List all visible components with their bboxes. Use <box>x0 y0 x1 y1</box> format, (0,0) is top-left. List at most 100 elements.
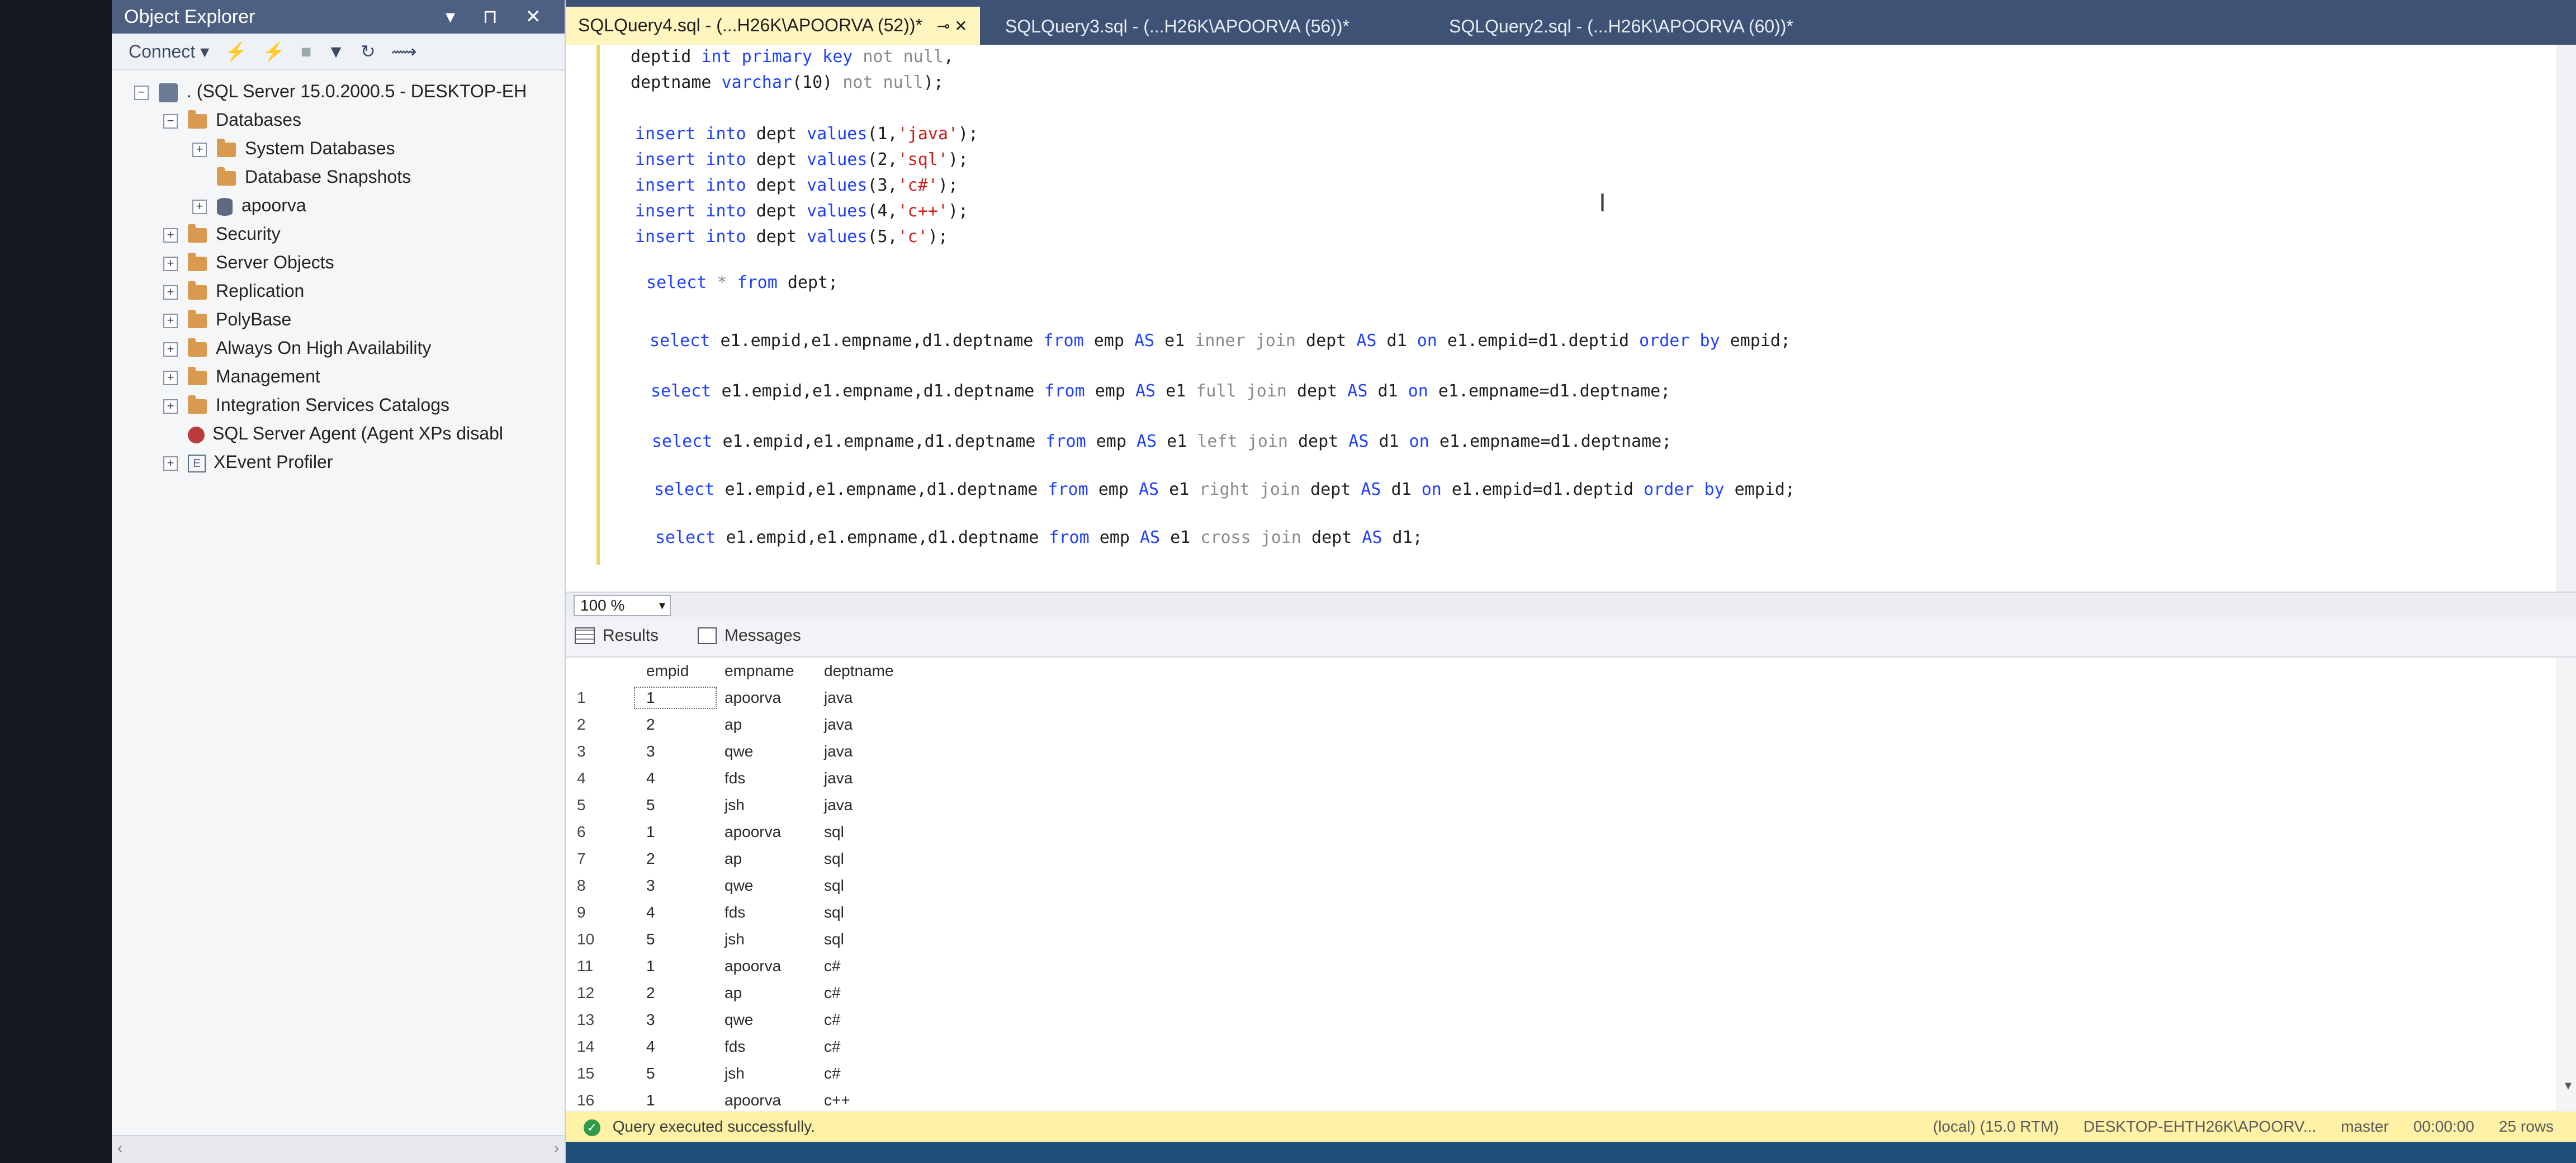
expand-icon[interactable]: + <box>163 342 178 357</box>
scroll-down-icon[interactable]: ▾ <box>2565 1077 2572 1094</box>
cell-deptname[interactable]: c# <box>818 1033 913 1060</box>
tree-node[interactable]: SQL Server Agent (Agent XPs disabl <box>112 419 565 448</box>
table-row[interactable]: 4 4 fds java <box>566 765 913 792</box>
row-number[interactable]: 12 <box>566 980 632 1006</box>
activity-icon[interactable]: ⟿ <box>391 41 417 62</box>
cell-deptname[interactable]: c# <box>818 980 913 1006</box>
code-line[interactable]: select * from dept; <box>646 273 838 292</box>
zoom-select[interactable]: 100 % ▾ <box>574 595 671 616</box>
code-line[interactable]: insert into dept values(4,'c++'); <box>635 201 968 221</box>
tab-pin-close-icon[interactable]: ⊸ ✕ <box>937 17 968 35</box>
cell-empname[interactable]: ap <box>719 980 818 1006</box>
object-explorer-horizontal-scrollbar[interactable]: ‹ › <box>112 1135 565 1163</box>
code-line[interactable]: select e1.empid,e1.empname,d1.deptname f… <box>650 331 1791 351</box>
row-number[interactable]: 15 <box>566 1060 632 1087</box>
cell-deptname[interactable]: c# <box>818 1060 913 1087</box>
table-row[interactable]: 14 4 fds c# <box>566 1033 913 1060</box>
editor-vertical-scrollbar[interactable] <box>2556 45 2576 593</box>
stop-icon[interactable]: ■ <box>301 41 311 62</box>
expand-icon[interactable]: + <box>163 370 178 385</box>
expand-icon[interactable]: + <box>192 199 207 214</box>
cell-deptname[interactable]: java <box>818 711 913 738</box>
row-number[interactable]: 7 <box>566 845 632 872</box>
expand-icon[interactable]: + <box>163 456 178 471</box>
cell-empid[interactable]: 2 <box>632 845 719 872</box>
tab-query-2[interactable]: SQLQuery3.sql - (...H26K\APOORVA (56))* <box>1005 8 1349 45</box>
row-number[interactable]: 14 <box>566 1033 632 1060</box>
tree-node[interactable]: Database Snapshots <box>112 163 565 191</box>
column-header-empname[interactable]: empname <box>719 658 818 684</box>
table-row[interactable]: 6 1 apoorva sql <box>566 819 913 845</box>
scroll-right-icon[interactable]: › <box>554 1140 559 1157</box>
tree-node[interactable]: + Always On High Availability <box>112 334 565 362</box>
filter-icon[interactable]: ▼ <box>327 41 345 62</box>
table-row[interactable]: 7 2 ap sql <box>566 845 913 872</box>
results-vertical-scrollbar[interactable]: ▾ <box>2556 658 2576 1110</box>
row-number[interactable]: 16 <box>566 1087 632 1110</box>
cell-empname[interactable]: fds <box>719 899 818 926</box>
code-line[interactable]: insert into dept values(3,'c#'); <box>635 176 958 195</box>
code-line[interactable]: select e1.empid,e1.empname,d1.deptname f… <box>654 480 1795 499</box>
row-number[interactable]: 9 <box>566 899 632 926</box>
cell-empname[interactable]: jsh <box>719 926 818 953</box>
tree-node[interactable]: + Replication <box>112 277 565 305</box>
expand-icon[interactable]: + <box>163 313 178 328</box>
row-number[interactable]: 6 <box>566 819 632 845</box>
code-line[interactable]: deptid int primary key not null, <box>631 47 954 67</box>
row-number[interactable]: 1 <box>566 684 632 711</box>
tree-node[interactable]: + System Databases <box>112 134 565 163</box>
cell-deptname[interactable]: sql <box>818 872 913 899</box>
results-grid[interactable]: empid empname deptname 1 1 apoorva java 2 2 ap… <box>566 658 2576 1110</box>
cell-empname[interactable]: apoorva <box>719 819 818 845</box>
cell-empid[interactable]: 1 <box>632 953 719 980</box>
tree-node[interactable]: + PolyBase <box>112 305 565 334</box>
cell-empname[interactable]: apoorva <box>719 684 818 711</box>
tree-node[interactable]: + Management <box>112 362 565 391</box>
scroll-left-icon[interactable]: ‹ <box>117 1140 122 1157</box>
cell-empid[interactable]: 5 <box>632 926 719 953</box>
cell-empid[interactable]: 2 <box>632 711 719 738</box>
expand-icon[interactable]: + <box>192 142 207 157</box>
table-row[interactable]: 8 3 qwe sql <box>566 872 913 899</box>
cell-empname[interactable]: jsh <box>719 792 818 819</box>
cell-deptname[interactable]: c# <box>818 1006 913 1033</box>
code-line[interactable]: deptname varchar(10) not null); <box>631 73 944 92</box>
tree-node[interactable]: + Integration Services Catalogs <box>112 391 565 419</box>
table-row[interactable]: 3 3 qwe java <box>566 738 913 765</box>
cell-empname[interactable]: jsh <box>719 1060 818 1087</box>
cell-empname[interactable]: ap <box>719 711 818 738</box>
row-number[interactable]: 4 <box>566 765 632 792</box>
cell-empid[interactable]: 2 <box>632 980 719 1006</box>
cell-empname[interactable]: qwe <box>719 738 818 765</box>
expand-icon[interactable]: + <box>163 285 178 300</box>
table-row[interactable]: 16 1 apoorva c++ <box>566 1087 913 1110</box>
cell-deptname[interactable]: sql <box>818 845 913 872</box>
cell-empid[interactable]: 3 <box>632 738 719 765</box>
tab-results[interactable]: Results <box>575 626 659 645</box>
cell-deptname[interactable]: java <box>818 765 913 792</box>
expand-icon[interactable]: + <box>163 228 178 243</box>
row-number[interactable]: 5 <box>566 792 632 819</box>
cell-deptname[interactable]: sql <box>818 926 913 953</box>
cell-deptname[interactable]: sql <box>818 819 913 845</box>
cell-deptname[interactable]: java <box>818 738 913 765</box>
cell-empid[interactable]: 5 <box>632 1060 719 1087</box>
tree-node[interactable]: + Security <box>112 220 565 248</box>
cell-empname[interactable]: apoorva <box>719 953 818 980</box>
cell-empid[interactable]: 4 <box>632 899 719 926</box>
cell-empid[interactable]: 4 <box>632 765 719 792</box>
code-line[interactable]: insert into dept values(5,'c'); <box>635 227 948 247</box>
table-row[interactable]: 13 3 qwe c# <box>566 1006 913 1033</box>
refresh-icon[interactable]: ↻ <box>361 41 376 62</box>
cell-empid[interactable]: 1 <box>632 819 719 845</box>
row-number[interactable]: 8 <box>566 872 632 899</box>
code-line[interactable]: select e1.empid,e1.empname,d1.deptname f… <box>652 432 1671 451</box>
column-header-deptname[interactable]: deptname <box>818 658 913 684</box>
connect-icon[interactable]: ⚡ <box>225 41 247 62</box>
row-number[interactable]: 10 <box>566 926 632 953</box>
column-header-empid[interactable]: empid <box>632 658 719 684</box>
row-number[interactable]: 13 <box>566 1006 632 1033</box>
cell-empname[interactable]: qwe <box>719 1006 818 1033</box>
code-line[interactable]: insert into dept values(2,'sql'); <box>635 150 968 169</box>
row-number[interactable]: 3 <box>566 738 632 765</box>
